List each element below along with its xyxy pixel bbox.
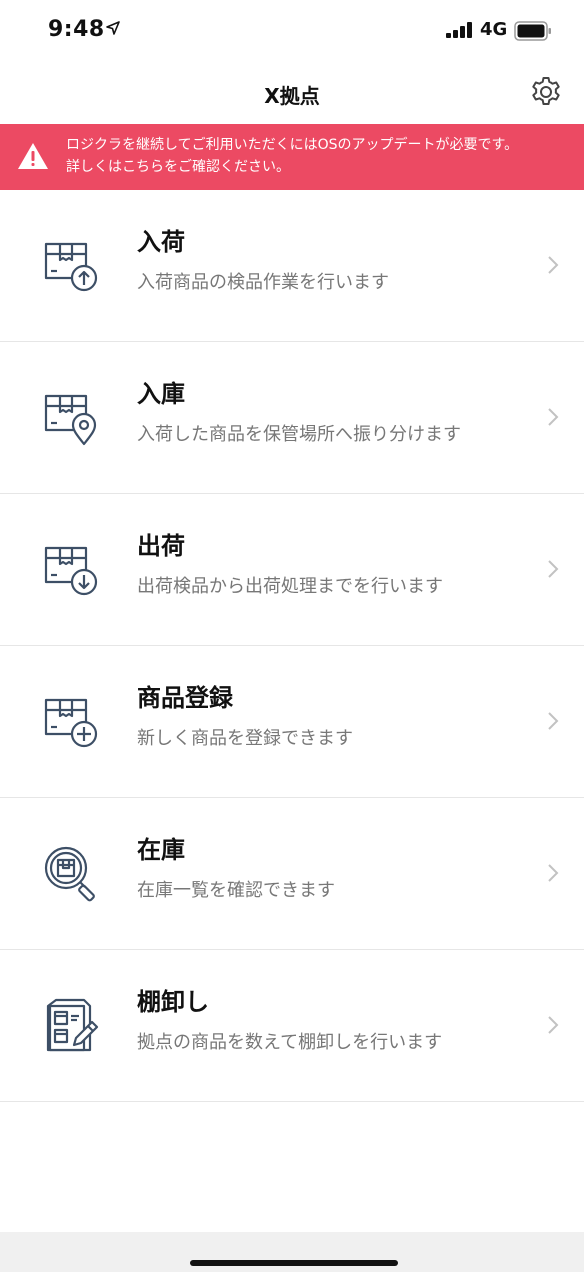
gear-icon [529, 75, 563, 113]
menu-item-description: 出荷検品から出荷処理までを行います [137, 576, 443, 597]
menu-item-title: 出荷 [137, 532, 185, 560]
menu-item-description: 在庫一覧を確認できます [137, 880, 335, 901]
menu-item-title: 入荷 [137, 228, 185, 256]
signal-icon [446, 22, 474, 42]
chevron-right-icon [546, 710, 560, 736]
chevron-right-icon [546, 406, 560, 432]
battery-icon [514, 21, 552, 45]
nav-bar: X拠点 [0, 64, 584, 124]
menu-item-title: 在庫 [137, 836, 185, 864]
settings-button[interactable] [526, 74, 566, 114]
menu-item-nyuko[interactable]: 入庫 入荷した商品を保管場所へ振り分けます [0, 342, 584, 494]
menu-item-shukka[interactable]: 出荷 出荷検品から出荷処理までを行います [0, 494, 584, 646]
chevron-right-icon [546, 1014, 560, 1040]
home-indicator[interactable] [190, 1260, 398, 1266]
menu-item-title: 商品登録 [137, 684, 233, 712]
menu-item-description: 拠点の商品を数えて棚卸しを行います [137, 1032, 443, 1053]
magnifier-box-icon [42, 844, 102, 904]
network-label: 4G [480, 19, 508, 40]
chevron-right-icon [546, 862, 560, 888]
box-location-pin-icon [42, 388, 102, 448]
chevron-right-icon [546, 558, 560, 584]
box-arrow-down-icon [42, 540, 102, 600]
menu-item-description: 新しく商品を登録できます [137, 728, 353, 749]
box-arrow-up-icon [42, 236, 102, 296]
home-indicator-area [0, 1232, 584, 1272]
alert-message: ロジクラを継続してご利用いただくにはOSのアップデートが必要です。 詳しくはこち… [66, 134, 580, 178]
location-arrow-icon [106, 20, 120, 39]
clipboard-pencil-icon [42, 996, 102, 1056]
menu-item-title: 棚卸し [137, 988, 209, 1016]
menu-item-product-registration[interactable]: 商品登録 新しく商品を登録できます [0, 646, 584, 798]
page-title: X拠点 [264, 84, 320, 108]
menu-list: 入荷 入荷商品の検品作業を行います 入庫 入荷した商品を保管場所へ振り分けます [0, 190, 584, 1102]
status-time: 9:48 [48, 17, 105, 42]
menu-item-nyuka[interactable]: 入荷 入荷商品の検品作業を行います [0, 190, 584, 342]
box-plus-icon [42, 692, 102, 752]
chevron-right-icon [546, 254, 560, 280]
alert-line-1: ロジクラを継続してご利用いただくにはOSのアップデートが必要です。 [66, 137, 519, 153]
menu-item-title: 入庫 [137, 380, 185, 408]
alert-line-2[interactable]: 詳しくはこちらをご確認ください。 [66, 156, 580, 178]
menu-item-description: 入荷した商品を保管場所へ振り分けます [137, 424, 461, 445]
menu-item-inventory[interactable]: 在庫 在庫一覧を確認できます [0, 798, 584, 950]
os-update-alert[interactable]: ロジクラを継続してご利用いただくにはOSのアップデートが必要です。 詳しくはこち… [0, 124, 584, 190]
status-bar: 9:48 4G [0, 0, 584, 64]
warning-icon [16, 141, 50, 175]
menu-item-description: 入荷商品の検品作業を行います [137, 272, 389, 293]
menu-item-stocktaking[interactable]: 棚卸し 拠点の商品を数えて棚卸しを行います [0, 950, 584, 1102]
